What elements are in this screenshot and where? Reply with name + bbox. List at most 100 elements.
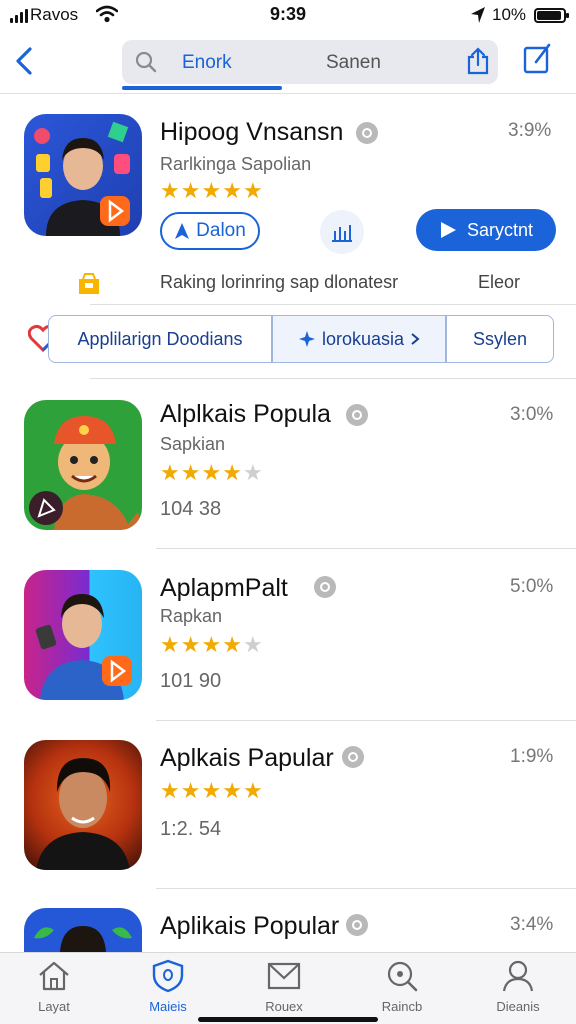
verified-badge-icon [356,122,378,144]
verified-badge-icon [346,914,368,936]
star-icon: ★ [242,178,264,203]
shield-icon [152,959,184,993]
tab-profile[interactable]: Dieanis [468,959,568,1014]
segment-active[interactable]: Enork [182,52,232,74]
cartoon-character-icon [29,416,142,530]
star-icon: ★ [201,460,223,485]
star-rating: ★★★★★ [160,460,264,486]
star-icon: ★ [201,178,223,203]
battery-percent: 10% [492,5,527,24]
star-icon: ★ [242,632,264,657]
star-icon: ★ [201,778,223,803]
divider [156,720,576,721]
star-icon: ★ [160,178,181,203]
star-icon: ★ [222,632,243,657]
star-icon: ★ [242,460,264,485]
person-avatar-icon [34,926,132,952]
person-icon [502,960,534,992]
sparkle-icon [298,331,315,347]
app-title[interactable]: Alplkais Popula [160,400,331,429]
app-meta: 1:9% [510,746,554,767]
star-icon: ★ [201,632,223,657]
mail-icon [267,962,301,990]
back-chevron-icon[interactable] [10,44,40,78]
nav-bar: Enork Sanen [0,36,576,94]
tab-home[interactable]: Layat [4,959,104,1014]
status-bar: Ravos 9:39 10% [0,0,576,32]
person-avatar-icon [34,121,130,236]
star-icon: ★ [160,460,181,485]
divider [90,304,576,305]
outline-action-label: Dalon [196,220,246,241]
app-icon-1[interactable] [24,400,142,530]
ranking-text[interactable]: Raking lorinring sap dlonatesr [160,272,398,293]
app-title[interactable]: Aplkais Papular [160,744,334,773]
ranking-right-label[interactable]: Eleor [478,272,520,293]
search-icon [135,51,157,73]
verified-badge-icon [314,576,336,598]
play-icon [440,222,456,238]
chip-category[interactable]: lorokuasia [272,315,446,363]
chevron-right-icon [411,333,420,345]
shopping-bag-icon [79,273,99,294]
upload-icon[interactable] [466,47,490,75]
app-meta: 3:4% [510,914,554,935]
star-icon: ★ [160,632,181,657]
app-count: 101 90 [160,670,222,692]
star-icon: ★ [180,632,202,657]
battery-icon [534,8,569,23]
star-icon: ★ [222,178,243,203]
tab-search[interactable]: Raincb [352,959,452,1014]
compose-icon[interactable] [522,42,552,74]
star-icon: ★ [222,460,243,485]
home-indicator [198,1017,378,1022]
app-count: 1:2. 54 [160,818,222,840]
home-icon [39,961,69,991]
app-subtitle: Rapkan [160,606,223,626]
location-icon [471,7,485,23]
segment-other[interactable]: Sanen [326,52,381,74]
tab-shield[interactable]: Maieis [118,959,218,1014]
featured-app-title[interactable]: Hipoog Vnsansn [160,118,343,147]
star-icon: ★ [222,778,243,803]
arrow-up-icon [175,223,190,239]
featured-app-meta: 3:9% [508,120,552,141]
star-icon: ★ [180,778,202,803]
divider [156,888,576,889]
star-icon: ★ [180,460,202,485]
app-icon-3[interactable] [24,740,142,870]
app-count: 104 38 [160,498,222,520]
chip-style[interactable]: Ssylen [446,315,554,363]
search-icon [387,961,418,992]
search-bar[interactable]: Enork Sanen [122,40,498,84]
star-rating: ★★★★★ [160,632,264,658]
primary-action-label: Saryctnt [466,219,534,240]
divider [156,548,576,549]
share-icon [332,225,352,242]
primary-action-button[interactable]: Saryctnt [416,209,556,251]
star-icon: ★ [180,178,202,203]
status-time: 9:39 [269,4,307,24]
verified-badge-icon [346,404,368,426]
app-meta: 5:0% [510,576,554,597]
star-icon: ★ [242,778,264,803]
segment-indicator [122,86,282,90]
person-avatar-icon [35,594,132,700]
tab-mail[interactable]: Rouex [234,959,334,1014]
tab-bar: Layat Maieis Rouex Raincb Dieanis [0,952,576,1024]
share-button[interactable] [320,210,364,254]
featured-star-rating: ★★★★★ [160,178,264,204]
app-title[interactable]: AplapmPalt [160,574,288,603]
star-rating: ★★★★★ [160,778,264,804]
app-icon-2[interactable] [24,570,142,700]
featured-app-icon[interactable] [24,114,142,236]
chip-applications[interactable]: Applilarign Doodians [48,315,272,363]
outline-action-button[interactable]: Dalon [160,212,260,250]
app-subtitle: Sapkian [160,434,226,454]
featured-app-subtitle: Rarlkinga Sapolian [160,154,312,174]
verified-badge-icon [342,746,364,768]
app-meta: 3:0% [510,404,554,425]
divider [90,378,576,379]
person-avatar-icon [36,758,130,870]
app-title[interactable]: Aplikais Popular [160,912,339,941]
